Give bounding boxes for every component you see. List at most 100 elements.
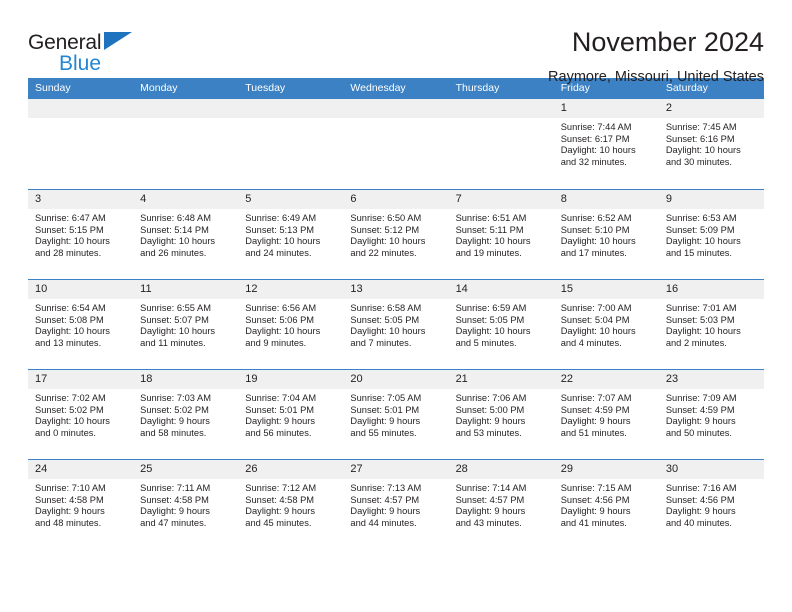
day-sun-info: Sunrise: 6:53 AM Sunset: 5:09 PM Daylight:… [659, 209, 764, 260]
day-sun-info: Sunrise: 6:50 AM Sunset: 5:12 PM Daylight:… [343, 209, 448, 260]
calendar-day-cell[interactable]: 23 Sunrise: 7:09 AM Sunset: 4:59 PM Dayligh… [658, 370, 764, 459]
calendar-day-cell[interactable]: 16 Sunrise: 7:01 AM Sunset: 5:03 PM Dayligh… [658, 280, 764, 369]
daylight-duration-line2: and 7 minutes. [350, 338, 412, 349]
day-number: 27 [343, 460, 449, 479]
calendar-day-cell[interactable]: 25 Sunrise: 7:11 AM Sunset: 4:58 PM Dayligh… [133, 460, 239, 549]
calendar-day-cell[interactable]: 21 Sunrise: 7:06 AM Sunset: 5:00 PM Dayligh… [448, 370, 554, 459]
calendar-day-cell[interactable]: 29 Sunrise: 7:15 AM Sunset: 4:56 PM Dayligh… [553, 460, 659, 549]
daylight-duration-line2: and 50 minutes. [665, 428, 732, 439]
sunset-time: Sunset: 5:01 PM [245, 404, 315, 415]
day-sun-info: Sunrise: 6:58 AM Sunset: 5:05 PM Daylight:… [343, 299, 448, 350]
calendar-day-cell[interactable]: 11 Sunrise: 6:55 AM Sunset: 5:07 PM Dayligh… [133, 280, 239, 369]
sunset-time: Sunset: 5:04 PM [560, 314, 630, 325]
sunset-time: Sunset: 4:56 PM [665, 494, 735, 505]
calendar-day-cell[interactable]: 9 Sunrise: 6:53 AM Sunset: 5:09 PM Daylight… [658, 190, 764, 279]
calendar-day-cell-empty [133, 99, 239, 189]
daylight-duration-line1: Daylight: 10 hours [140, 326, 216, 337]
calendar-day-cell[interactable]: 15 Sunrise: 7:00 AM Sunset: 5:04 PM Dayligh… [553, 280, 659, 369]
sunrise-time: Sunrise: 6:58 AM [350, 303, 422, 313]
daylight-duration-line2: and 51 minutes. [560, 428, 627, 439]
day-sun-info: Sunrise: 6:55 AM Sunset: 5:07 PM Daylight:… [133, 299, 238, 350]
calendar-day-cell[interactable]: 18 Sunrise: 7:03 AM Sunset: 5:02 PM Dayligh… [133, 370, 239, 459]
calendar-day-cell[interactable]: 2 Sunrise: 7:45 AM Sunset: 6:16 PM Daylight… [658, 99, 764, 189]
sunset-time: Sunset: 5:03 PM [665, 314, 735, 325]
weekday-wednesday: Wednesday [350, 82, 406, 94]
general-blue-logo[interactable]: General Blue [28, 26, 148, 75]
calendar-day-cell[interactable]: 17 Sunrise: 7:02 AM Sunset: 5:02 PM Dayligh… [28, 370, 134, 459]
calendar-day-cell[interactable]: 20 Sunrise: 7:05 AM Sunset: 5:01 PM Dayligh… [343, 370, 449, 459]
calendar-day-cell[interactable]: 24 Sunrise: 7:10 AM Sunset: 4:58 PM Dayligh… [28, 460, 134, 549]
calendar-day-cell[interactable]: 3 Sunrise: 6:47 AM Sunset: 5:15 PM Daylight… [28, 190, 134, 279]
day-sun-info: Sunrise: 7:00 AM Sunset: 5:04 PM Daylight:… [554, 299, 659, 350]
calendar-day-cell[interactable]: 26 Sunrise: 7:12 AM Sunset: 4:58 PM Dayligh… [238, 460, 344, 549]
daylight-duration-line2: and 32 minutes. [560, 157, 627, 168]
day-number: 1 [553, 99, 659, 118]
day-number: 13 [343, 280, 449, 299]
day-number: 9 [658, 190, 764, 209]
calendar-day-cell[interactable]: 6 Sunrise: 6:50 AM Sunset: 5:12 PM Daylight… [343, 190, 449, 279]
day-number [133, 99, 239, 118]
calendar-day-cell[interactable]: 7 Sunrise: 6:51 AM Sunset: 5:11 PM Daylight… [448, 190, 554, 279]
daylight-duration-line2: and 4 minutes. [560, 338, 622, 349]
weekday-friday: Friday [560, 82, 590, 94]
day-number: 24 [28, 460, 134, 479]
day-sun-info: Sunrise: 7:10 AM Sunset: 4:58 PM Daylight:… [28, 479, 133, 530]
logo-text-general: General [28, 31, 102, 54]
daylight-duration-line1: Daylight: 9 hours [140, 506, 210, 517]
daylight-duration-line1: Daylight: 10 hours [350, 326, 426, 337]
sunset-time: Sunset: 4:57 PM [455, 494, 525, 505]
sunset-time: Sunset: 5:05 PM [350, 314, 420, 325]
sunset-time: Sunset: 5:02 PM [35, 404, 104, 415]
calendar-day-cell[interactable]: 12 Sunrise: 6:56 AM Sunset: 5:06 PM Dayligh… [238, 280, 344, 369]
daylight-duration-line1: Daylight: 10 hours [560, 236, 636, 247]
calendar-week-row: 17 Sunrise: 7:02 AM Sunset: 5:02 PM Dayligh… [28, 369, 764, 459]
day-sun-info: Sunrise: 7:07 AM Sunset: 4:59 PM Daylight:… [554, 389, 659, 440]
calendar-day-cell[interactable]: 1 Sunrise: 7:44 AM Sunset: 6:17 PM Daylight… [553, 99, 659, 189]
day-number: 15 [553, 280, 659, 299]
calendar-day-cell[interactable]: 22 Sunrise: 7:07 AM Sunset: 4:59 PM Dayligh… [553, 370, 659, 459]
weekday-tuesday: Tuesday [245, 82, 286, 94]
daylight-duration-line1: Daylight: 10 hours [560, 145, 636, 156]
sunrise-time: Sunrise: 6:48 AM [140, 213, 211, 223]
sunset-time: Sunset: 4:58 PM [245, 494, 315, 505]
calendar-week-row: 3 Sunrise: 6:47 AM Sunset: 5:15 PM Daylight… [28, 189, 764, 279]
calendar-day-cell[interactable]: 13 Sunrise: 6:58 AM Sunset: 5:05 PM Dayligh… [343, 280, 449, 369]
day-number: 2 [658, 99, 764, 118]
calendar-day-cell[interactable]: 19 Sunrise: 7:04 AM Sunset: 5:01 PM Dayligh… [238, 370, 344, 459]
sunset-time: Sunset: 4:58 PM [140, 494, 209, 505]
sunrise-time: Sunrise: 7:01 AM [665, 303, 737, 313]
calendar-day-cell[interactable]: 5 Sunrise: 6:49 AM Sunset: 5:13 PM Daylight… [238, 190, 344, 279]
daylight-duration-line1: Daylight: 10 hours [455, 326, 531, 337]
daylight-duration-line1: Daylight: 10 hours [455, 236, 531, 247]
daylight-duration-line2: and 45 minutes. [245, 518, 312, 529]
calendar-day-cell[interactable]: 27 Sunrise: 7:13 AM Sunset: 4:57 PM Dayligh… [343, 460, 449, 549]
sunrise-time: Sunrise: 6:53 AM [665, 213, 737, 223]
calendar-weeks: 1 Sunrise: 7:44 AM Sunset: 6:17 PM Daylight… [28, 99, 764, 549]
day-sun-info: Sunrise: 6:56 AM Sunset: 5:06 PM Daylight:… [238, 299, 343, 350]
sunset-time: Sunset: 5:07 PM [140, 314, 209, 325]
weekday-saturday: Saturday [665, 82, 708, 94]
day-sun-info: Sunrise: 6:59 AM Sunset: 5:05 PM Daylight:… [449, 299, 554, 350]
daylight-duration-line2: and 2 minutes. [665, 338, 727, 349]
calendar-day-cell[interactable]: 4 Sunrise: 6:48 AM Sunset: 5:14 PM Daylight… [133, 190, 239, 279]
calendar-day-cell[interactable]: 14 Sunrise: 6:59 AM Sunset: 5:05 PM Dayligh… [448, 280, 554, 369]
day-number: 4 [133, 190, 239, 209]
sunset-time: Sunset: 5:14 PM [140, 224, 209, 235]
calendar-day-cell[interactable]: 30 Sunrise: 7:16 AM Sunset: 4:56 PM Dayligh… [658, 460, 764, 549]
sunrise-time: Sunrise: 7:03 AM [140, 393, 211, 403]
day-number [28, 99, 134, 118]
calendar-day-cell[interactable]: 10 Sunrise: 6:54 AM Sunset: 5:08 PM Dayligh… [28, 280, 134, 369]
calendar-day-cell[interactable]: 8 Sunrise: 6:52 AM Sunset: 5:10 PM Daylight… [553, 190, 659, 279]
sunset-time: Sunset: 5:00 PM [455, 404, 525, 415]
sunrise-time: Sunrise: 7:07 AM [560, 393, 632, 403]
day-sun-info: Sunrise: 7:04 AM Sunset: 5:01 PM Daylight:… [238, 389, 343, 440]
day-sun-info: Sunrise: 6:54 AM Sunset: 5:08 PM Daylight:… [28, 299, 133, 350]
logo-triangle-icon [104, 32, 132, 50]
daylight-duration-line1: Daylight: 9 hours [350, 416, 421, 427]
sunrise-time: Sunrise: 7:00 AM [560, 303, 632, 313]
daylight-duration-line1: Daylight: 10 hours [665, 326, 741, 337]
calendar-day-cell[interactable]: 28 Sunrise: 7:14 AM Sunset: 4:57 PM Dayligh… [448, 460, 554, 549]
sunrise-time: Sunrise: 7:14 AM [455, 483, 527, 493]
daylight-duration-line1: Daylight: 9 hours [35, 506, 105, 517]
daylight-duration-line1: Daylight: 9 hours [560, 506, 631, 517]
